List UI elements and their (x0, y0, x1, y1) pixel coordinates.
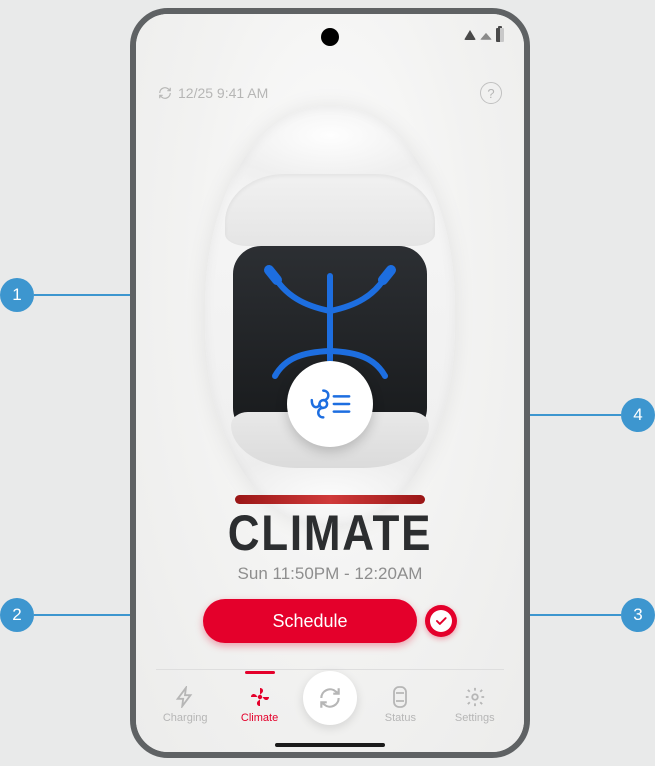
camera-cutout (321, 28, 339, 46)
signal-icon (480, 33, 492, 40)
help-icon: ? (487, 86, 494, 101)
schedule-button[interactable]: Schedule (203, 599, 417, 643)
last-sync-text: 12/25 9:41 AM (178, 85, 268, 101)
callout-badge-1: 1 (0, 278, 34, 312)
nav-label: Charging (163, 712, 208, 724)
nav-label: Status (385, 712, 416, 724)
bottom-nav: Charging Climate Status (136, 672, 524, 736)
nav-climate[interactable]: Climate (229, 685, 291, 724)
tail-light-bar (235, 495, 425, 504)
callout-badge-2: 2 (0, 598, 34, 632)
phone-frame: 12/25 9:41 AM ? (130, 8, 530, 758)
gear-icon (463, 685, 487, 709)
ventilation-icon (307, 381, 353, 427)
nav-refresh-center[interactable] (303, 671, 357, 725)
vehicle-topdown (205, 106, 455, 526)
nav-label: Climate (241, 712, 278, 724)
car-icon (388, 685, 412, 709)
battery-icon (496, 28, 504, 42)
nav-charging[interactable]: Charging (154, 685, 216, 724)
title-block: CLIMATE Sun 11:50PM - 12:20AM (136, 504, 524, 584)
check-circle (430, 610, 452, 632)
nav-settings[interactable]: Settings (444, 685, 506, 724)
bolt-icon (173, 685, 197, 709)
wifi-icon (464, 30, 476, 40)
refresh-icon (158, 86, 172, 100)
page-title: CLIMATE (159, 504, 500, 562)
nav-divider (156, 669, 504, 670)
help-button[interactable]: ? (480, 82, 502, 104)
schedule-row: Schedule (203, 599, 457, 643)
nav-label: Settings (455, 712, 495, 724)
status-icons (464, 28, 504, 42)
fan-icon (248, 685, 272, 709)
status-bar (136, 14, 524, 58)
callout-badge-4: 4 (621, 398, 655, 432)
header-row: 12/25 9:41 AM ? (158, 82, 502, 104)
ventilation-button[interactable] (287, 361, 373, 447)
check-icon (434, 614, 448, 628)
callout-badge-3: 3 (621, 598, 655, 632)
home-indicator (275, 743, 385, 747)
schedule-enabled-toggle[interactable] (425, 605, 457, 637)
schedule-time-range: Sun 11:50PM - 12:20AM (136, 564, 524, 584)
app-screen: 12/25 9:41 AM ? (136, 14, 524, 752)
last-sync[interactable]: 12/25 9:41 AM (158, 85, 268, 101)
nav-status[interactable]: Status (369, 685, 431, 724)
schedule-button-label: Schedule (272, 611, 347, 632)
refresh-icon (317, 685, 343, 711)
car-windshield (225, 174, 435, 246)
